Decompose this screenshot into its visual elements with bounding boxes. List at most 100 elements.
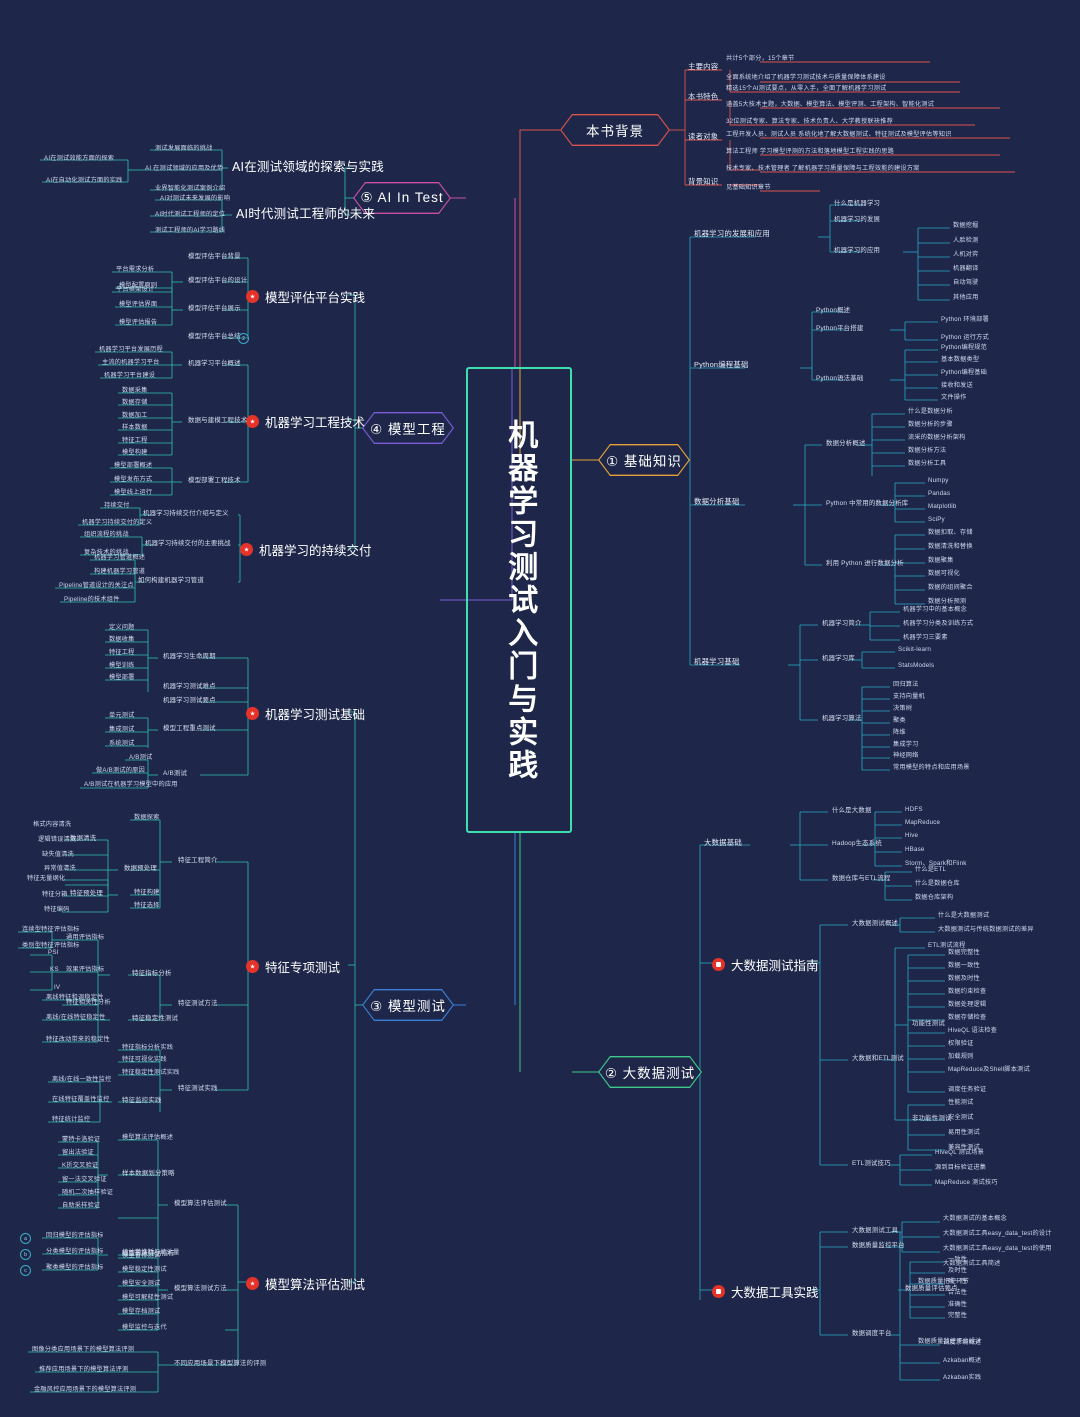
node-leaf[interactable]: 回归算法	[893, 681, 919, 689]
node-leaf[interactable]: 降维	[893, 729, 906, 737]
node-leaf[interactable]: 数据探索	[134, 814, 160, 822]
node-ml-continuous-delivery[interactable]: 机器学习的持续交付	[240, 540, 372, 559]
node-leaf[interactable]: 离线/在线特征稳定性	[46, 1014, 105, 1022]
node-leaf[interactable]: 离线/在线一致性监控	[52, 1076, 111, 1084]
node-item[interactable]: 共计5个部分，15个章节	[726, 55, 794, 63]
center-topic[interactable]: 机器学习测试入门与实践	[466, 367, 572, 833]
node-leaf[interactable]: 做A/B测试的原因	[96, 767, 145, 775]
node-leaf[interactable]: 准确性	[948, 1301, 967, 1309]
node-leaf[interactable]: Python编程基础	[941, 369, 987, 377]
node-leaf[interactable]: Pipeline管道设计的关注点	[59, 582, 134, 590]
node-item[interactable]: 机器学习持续交付的主要挑战	[145, 540, 231, 547]
node-item[interactable]: 大数据测试工具	[852, 1227, 898, 1234]
node-leaf[interactable]: 模型评估报告	[119, 319, 157, 327]
node-leaf[interactable]: 其他应用	[953, 294, 979, 302]
node-main-content[interactable]: 主要内容	[688, 62, 718, 71]
node-leaf[interactable]: 数据聚集	[928, 557, 954, 565]
node-leaf[interactable]: 特征工程	[109, 649, 135, 657]
node-leaf[interactable]: 构建机器学习管道	[94, 568, 145, 576]
node-leaf[interactable]: 决策树	[893, 705, 912, 713]
node-leaf[interactable]: 机器学习持续交付的定义	[82, 519, 152, 527]
node-leaf[interactable]: 数据存储检查	[948, 1014, 986, 1022]
node-leaf[interactable]: 数据可视化	[928, 570, 960, 578]
node-leaf[interactable]: 留一法交叉验证	[62, 1176, 107, 1184]
node-leaf[interactable]: 图像分类应用场景下的模型算法评测	[32, 1346, 134, 1354]
node-leaf[interactable]: 回归模型的评估指标	[46, 1232, 104, 1240]
node-leaf[interactable]: 接收和发送	[941, 382, 973, 390]
node-leaf[interactable]: 在线特征覆盖性监控	[52, 1096, 110, 1104]
node-leaf[interactable]: AI对测试未来发展的影响	[160, 195, 230, 203]
node-bigdata-tools-practice[interactable]: 大数据工具实践	[712, 1282, 819, 1301]
node-leaf[interactable]: 调度任务验证	[948, 1086, 986, 1094]
node-leaf[interactable]: HBase	[905, 846, 925, 854]
node-item[interactable]: 特征测试实践	[178, 1085, 218, 1092]
node-leaf[interactable]: Azkaban概述	[943, 1357, 981, 1365]
branch-book-background[interactable]: 本书背景	[560, 114, 670, 146]
node-leaf[interactable]: MapReduce及Shell脚本测试	[948, 1066, 1030, 1074]
node-bigdata-test-guide[interactable]: 大数据测试指南	[712, 955, 819, 974]
node-leaf[interactable]: 缺失值清洗	[42, 851, 74, 859]
node-readers[interactable]: 读者对象	[688, 132, 718, 141]
node-item[interactable]: Python概述	[816, 307, 850, 314]
node-leaf[interactable]: 特征稳定性测试实践	[122, 1069, 180, 1077]
node-leaf[interactable]: 数据完整性	[948, 949, 980, 957]
node-leaf[interactable]: 源到目标验证进集	[935, 1164, 986, 1172]
node-leaf[interactable]: 支持向量机	[893, 693, 925, 701]
node-leaf[interactable]: 特征编码	[44, 906, 70, 914]
node-item[interactable]: 机器学习算法	[822, 715, 862, 722]
node-leaf[interactable]: 模型线上运行	[114, 489, 152, 497]
node-leaf[interactable]: MapReduce 测试技巧	[935, 1179, 998, 1187]
node-leaf[interactable]: 平台需求分析	[116, 266, 154, 274]
node-leaf[interactable]: 模型部署概述	[114, 462, 152, 470]
node-item[interactable]: Python 中常用的数据分析库	[826, 500, 908, 507]
node-item[interactable]: 机器学习生命周期	[163, 653, 216, 660]
node-leaf[interactable]: 聚类模型的评估指标	[46, 1264, 104, 1272]
node-item[interactable]: 功能性测试	[912, 1020, 945, 1027]
node-leaf[interactable]: 模型训练	[109, 662, 135, 670]
node-leaf[interactable]: 模型评估界面	[119, 301, 157, 309]
node-leaf[interactable]: 样本数据	[122, 424, 148, 432]
node-leaf[interactable]: 数据分析方法	[908, 447, 946, 455]
node-python-basics[interactable]: Python编程基础	[694, 360, 749, 369]
node-leaf[interactable]: 格式内容清洗	[33, 821, 71, 829]
node-leaf[interactable]: StatsModels	[898, 662, 934, 670]
node-item[interactable]: 特征预处理	[70, 890, 103, 897]
node-item[interactable]: 机器学习平台概述	[188, 360, 241, 367]
node-leaf[interactable]: 数据扣取、存储	[928, 529, 973, 537]
node-item[interactable]: 机器学习测试要点	[163, 697, 216, 704]
node-book-features[interactable]: 本书特色	[688, 92, 718, 101]
node-leaf[interactable]: Pandas	[928, 490, 950, 498]
node-leaf[interactable]: 模型发布方式	[114, 476, 152, 484]
node-leaf[interactable]: Azkaban实践	[943, 1374, 981, 1382]
node-leaf[interactable]: 推荐应用场景下的模型算法评测	[39, 1366, 128, 1374]
node-leaf[interactable]: 神经网络	[893, 752, 919, 760]
node-bigdata-basics[interactable]: 大数据基础	[704, 838, 742, 847]
node-leaf[interactable]: 权限验证	[948, 1040, 974, 1048]
node-leaf[interactable]: HiveQL 测试场景	[935, 1149, 984, 1157]
node-item[interactable]: 大数据和ETL测试	[852, 1055, 904, 1062]
node-leaf[interactable]: 什么是数据分析	[908, 408, 953, 416]
node-leaf[interactable]: 数据分析预测	[928, 598, 966, 606]
node-leaf[interactable]: 聚类	[893, 717, 906, 725]
node-leaf[interactable]: 异常值清洗	[44, 865, 76, 873]
node-item[interactable]: 数据质量监控平台	[852, 1242, 905, 1249]
node-item[interactable]: 机器学习的发展	[834, 216, 880, 223]
node-item[interactable]: 32位测试专家、算法专家、技术负责人、大学教授联袂推荐	[726, 118, 893, 126]
node-item[interactable]: 模型评估平台背景	[188, 253, 241, 260]
node-leaf[interactable]: A/B测试在机器学习模型中的应用	[84, 781, 178, 789]
node-leaf[interactable]: 模型构建	[122, 449, 148, 457]
node-leaf[interactable]: 集成测试	[109, 726, 135, 734]
node-leaf[interactable]: 一致性	[948, 1256, 967, 1264]
node-item[interactable]: Hadoop生态系统	[832, 840, 882, 847]
node-leaf[interactable]: 模型可解释性测试	[122, 1294, 173, 1302]
node-leaf[interactable]: 随机二次抽样验证	[62, 1189, 113, 1197]
node-leaf[interactable]: AI时代测试工程师的定位	[155, 211, 225, 219]
node-leaf[interactable]: 特征可视化实践	[122, 1056, 167, 1064]
node-leaf[interactable]: 机器学习中的基本概念	[903, 606, 967, 614]
node-leaf[interactable]: 数据清洗和替换	[928, 543, 973, 551]
node-item[interactable]: 利用 Python 进行数据分析	[826, 560, 904, 567]
node-leaf[interactable]: 大数据测试工具easy_data_test的使用	[943, 1245, 1052, 1253]
node-ai-era-future[interactable]: AI时代测试工程师的未来	[236, 207, 375, 222]
node-leaf[interactable]: 特征改动带来的稳定性	[46, 1036, 110, 1044]
node-leaf[interactable]: 易用性测试	[948, 1129, 980, 1137]
